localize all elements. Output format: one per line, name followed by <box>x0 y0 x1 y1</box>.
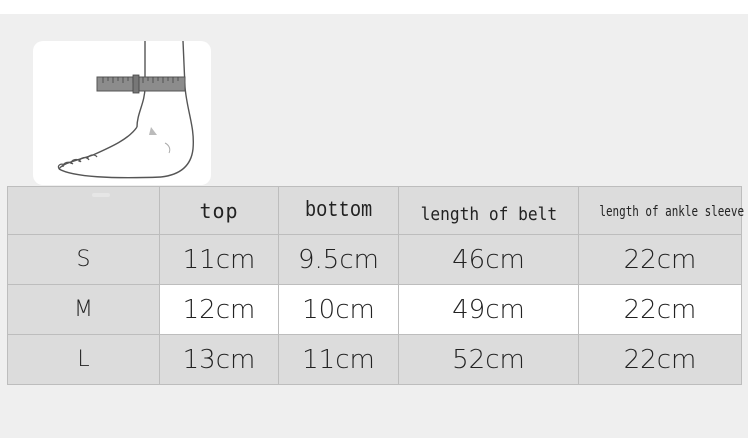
corner-mark <box>92 193 110 197</box>
table-row: M 12cm 10cm 49cm 22cm <box>7 284 742 335</box>
header-corner-cell <box>7 186 160 235</box>
sleeve-cell: 22cm <box>578 234 742 285</box>
ankle-measurement-illustration <box>33 41 211 185</box>
top-cell: 13cm <box>159 334 279 385</box>
column-header-belt: length of belt <box>398 186 579 235</box>
size-cell: M <box>7 284 160 335</box>
belt-cell: 49cm <box>398 284 579 335</box>
size-cell: L <box>7 334 160 385</box>
column-header-bottom-label: bottom <box>304 198 373 223</box>
bottom-cell: 9.5cm <box>278 234 399 285</box>
column-header-top: top <box>159 186 279 235</box>
column-header-belt-label: length of belt <box>420 204 557 225</box>
belt-cell: 46cm <box>398 234 579 285</box>
top-cell: 11cm <box>159 234 279 285</box>
foot-with-tape-measure-icon <box>57 41 195 179</box>
column-header-top-label: top <box>199 198 239 223</box>
table-row: S 11cm 9.5cm 46cm 22cm <box>7 234 742 285</box>
size-table: top bottom length of belt length of ankl… <box>7 186 745 385</box>
belt-cell: 52cm <box>398 334 579 385</box>
sleeve-cell: 22cm <box>578 334 742 385</box>
column-header-sleeve-label: length of ankle sleeve <box>599 203 745 220</box>
bottom-cell: 11cm <box>278 334 399 385</box>
product-size-chart: top bottom length of belt length of ankl… <box>0 0 748 438</box>
top-cell: 12cm <box>159 284 279 335</box>
column-header-bottom: bottom <box>278 186 399 235</box>
table-header-row: top bottom length of belt length of ankl… <box>7 186 745 235</box>
sleeve-cell: 22cm <box>578 284 742 335</box>
column-header-sleeve: length of ankle sleeve <box>578 186 745 235</box>
size-cell: S <box>7 234 160 285</box>
table-row: L 13cm 11cm 52cm 22cm <box>7 334 742 385</box>
bottom-cell: 10cm <box>278 284 399 335</box>
